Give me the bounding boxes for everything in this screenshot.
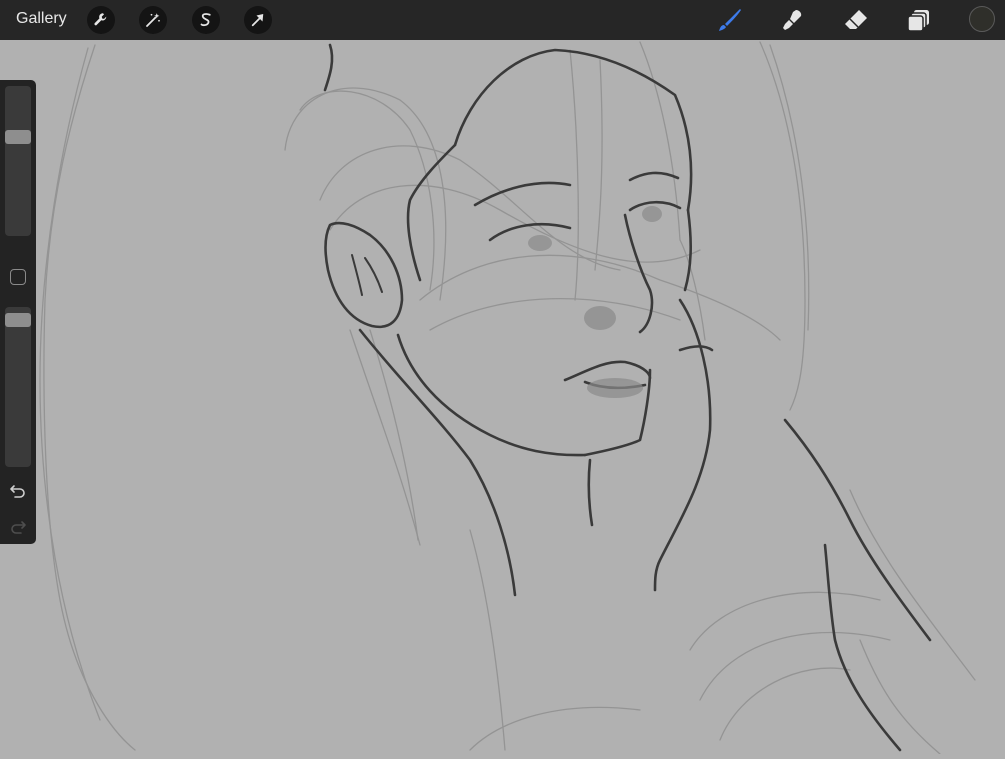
color-picker-button[interactable] bbox=[969, 6, 995, 32]
transform-button[interactable] bbox=[244, 6, 272, 34]
eraser-icon bbox=[845, 10, 867, 29]
layers-icon bbox=[907, 10, 929, 32]
selection-s-icon bbox=[200, 13, 211, 27]
opacity-thumb[interactable] bbox=[5, 313, 31, 328]
brush-icon bbox=[719, 9, 741, 31]
adjustments-button[interactable] bbox=[139, 6, 167, 34]
layers-button[interactable] bbox=[906, 7, 932, 33]
redo-icon[interactable] bbox=[8, 516, 28, 536]
smudge-icon bbox=[783, 10, 802, 30]
modify-button[interactable] bbox=[10, 269, 26, 285]
wrench-icon bbox=[94, 13, 107, 26]
arrow-cursor-icon bbox=[251, 14, 264, 27]
eraser-button[interactable] bbox=[843, 7, 869, 33]
left-sidebar bbox=[0, 80, 36, 544]
selection-button[interactable] bbox=[192, 6, 220, 34]
undo-icon[interactable] bbox=[8, 480, 28, 500]
brush-button[interactable] bbox=[717, 7, 743, 33]
brush-size-slider[interactable] bbox=[5, 86, 31, 236]
actions-button[interactable] bbox=[87, 6, 115, 34]
magic-wand-icon bbox=[146, 13, 160, 27]
drawing-canvas[interactable] bbox=[0, 40, 1005, 755]
brush-size-thumb[interactable] bbox=[5, 130, 31, 145]
opacity-slider[interactable] bbox=[5, 307, 31, 467]
smudge-button[interactable] bbox=[780, 7, 806, 33]
gallery-button[interactable]: Gallery bbox=[16, 10, 67, 28]
sketch-drawing bbox=[39, 41, 976, 755]
top-toolbar: Gallery bbox=[0, 0, 1005, 40]
